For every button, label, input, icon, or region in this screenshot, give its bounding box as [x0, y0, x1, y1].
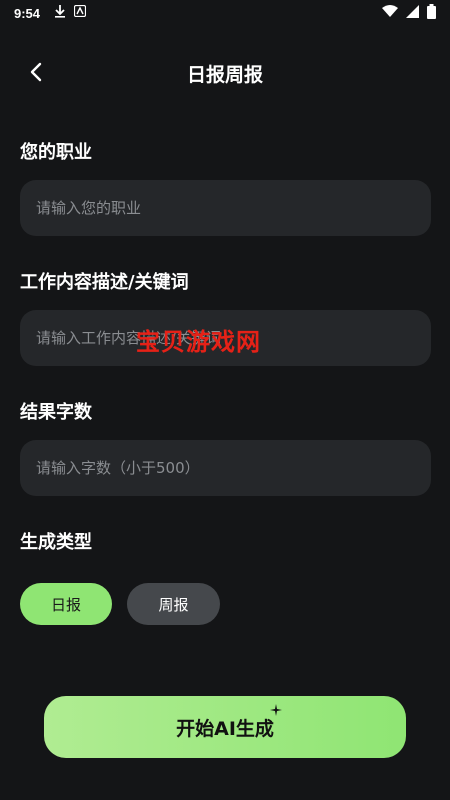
type-option-weekly[interactable]: 周报: [127, 583, 220, 625]
generate-button[interactable]: 开始AI生成: [44, 696, 406, 758]
sparkle-icon: [269, 703, 282, 719]
description-input[interactable]: [20, 310, 431, 366]
download-icon: [54, 4, 66, 22]
word-count-input[interactable]: [20, 440, 431, 496]
description-label: 工作内容描述/关键词: [20, 272, 189, 293]
word-count-label: 结果字数: [20, 402, 92, 423]
generate-label-wrap: 开始AI生成: [176, 703, 282, 741]
generate-label: 开始AI生成: [176, 717, 274, 740]
back-button[interactable]: [20, 58, 52, 90]
type-label: 生成类型: [20, 532, 92, 553]
wifi-icon: [382, 4, 398, 22]
status-time: 9:54: [14, 5, 41, 21]
battery-icon: [427, 3, 436, 23]
app-notification-icon: [73, 4, 87, 21]
status-bar: 9:54: [0, 0, 450, 26]
occupation-input[interactable]: [20, 180, 431, 236]
chevron-left-icon: [29, 62, 43, 86]
type-option-daily[interactable]: 日报: [20, 583, 112, 625]
page-title: 日报周报: [186, 63, 263, 86]
occupation-label: 您的职业: [20, 142, 92, 163]
signal-icon: [406, 4, 419, 22]
app-bar: 日报周报: [0, 50, 450, 96]
